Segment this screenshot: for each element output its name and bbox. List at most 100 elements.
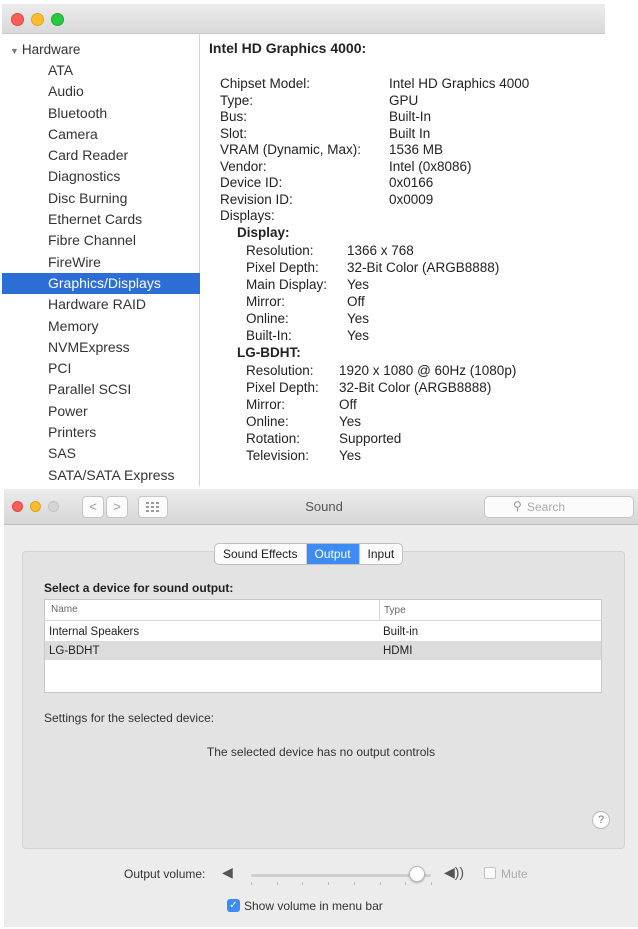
display-heading: Display: bbox=[237, 225, 290, 240]
device-type: HDMI bbox=[383, 645, 413, 657]
property-row: Chipset Model: Intel HD Graphics 4000 bbox=[209, 75, 605, 92]
checkmark-icon: ✓ bbox=[229, 900, 238, 911]
sidebar-group-hardware[interactable]: ▼ Hardware bbox=[10, 42, 80, 57]
display1-property-row: Main Display: Yes bbox=[209, 276, 605, 293]
sidebar-item[interactable]: Ethernet Cards bbox=[2, 209, 200, 230]
output-volume-label: Output volume: bbox=[124, 867, 206, 881]
table-row[interactable]: Internal Speakers Built-in bbox=[45, 622, 601, 641]
display1-property-key: Built-In: bbox=[246, 328, 292, 343]
sidebar-item[interactable]: SATA/SATA Express bbox=[2, 465, 200, 486]
minimize-button[interactable] bbox=[30, 501, 41, 512]
back-button[interactable]: < bbox=[82, 496, 104, 518]
sidebar-item[interactable]: Audio bbox=[2, 81, 200, 102]
display2-property-key: Resolution: bbox=[246, 363, 314, 378]
slider-tick bbox=[431, 882, 432, 885]
sidebar-item[interactable]: Fibre Channel bbox=[2, 230, 200, 251]
sidebar-item[interactable]: PCI bbox=[2, 358, 200, 379]
display1-property-row: Online: Yes bbox=[209, 310, 605, 327]
property-value: 0x0009 bbox=[389, 191, 434, 207]
sidebar-item[interactable]: Card Reader bbox=[2, 145, 200, 166]
property-row: Type: GPU bbox=[209, 92, 605, 109]
volume-slider-knob[interactable] bbox=[408, 866, 425, 882]
display1-property-value: Yes bbox=[347, 311, 370, 326]
property-value: 1536 MB bbox=[389, 142, 444, 157]
property-key: Chipset Model: bbox=[220, 76, 311, 91]
device-type: Built-in bbox=[383, 626, 419, 638]
volume-slider-ticks bbox=[251, 882, 432, 886]
table-row[interactable]: LG-BDHT HDMI bbox=[45, 641, 601, 660]
sidebar-item[interactable]: Graphics/Displays bbox=[2, 272, 200, 295]
sidebar-item[interactable]: NVMExpress bbox=[2, 337, 200, 358]
help-button[interactable]: ? bbox=[592, 811, 610, 829]
device-name: Internal Speakers bbox=[49, 626, 140, 638]
speaker-high-icon: ◀)) bbox=[444, 864, 465, 880]
sidebar-item[interactable]: Hardware RAID bbox=[2, 294, 200, 315]
display1-property-row: Built-In: Yes bbox=[209, 327, 605, 344]
show-volume-checkbox[interactable]: ✓ bbox=[227, 899, 240, 912]
display2-property-value: 32-Bit Color (ARGB8888) bbox=[339, 380, 492, 395]
display1-property-row: Resolution: 1366 x 768 bbox=[209, 242, 605, 259]
display2-property-value: Off bbox=[339, 397, 357, 412]
search-placeholder: Search bbox=[527, 500, 566, 514]
display2-property-value: Supported bbox=[339, 431, 402, 446]
minimize-button[interactable] bbox=[31, 13, 44, 26]
close-button[interactable] bbox=[12, 501, 23, 512]
sidebar-item[interactable]: FireWire bbox=[2, 252, 200, 273]
display2-property-row: Mirror: Off bbox=[209, 396, 605, 413]
sidebar-item[interactable]: Memory bbox=[2, 316, 200, 337]
tab-segmented-control: Sound Effects Output Input bbox=[214, 543, 404, 565]
tab-input[interactable]: Input bbox=[360, 544, 403, 564]
display2-property-value: Yes bbox=[339, 448, 362, 463]
property-row: Device ID: 0x0166 bbox=[209, 174, 605, 191]
slider-tick bbox=[405, 882, 407, 885]
chevron-right-icon: > bbox=[113, 499, 121, 514]
display2-property-row: Pixel Depth: 32-Bit Color (ARGB8888) bbox=[209, 379, 605, 396]
column-header-name[interactable]: Name bbox=[51, 604, 78, 615]
mute-label: Mute bbox=[501, 867, 528, 881]
property-key: Displays: bbox=[220, 208, 275, 223]
property-value: GPU bbox=[389, 92, 419, 108]
disclosure-triangle-icon[interactable]: ▼ bbox=[10, 46, 19, 56]
sidebar-item[interactable]: Printers bbox=[2, 422, 200, 443]
device-name: LG-BDHT bbox=[49, 645, 100, 657]
detail-pane: Intel HD Graphics 4000: Chipset Model: In… bbox=[209, 34, 605, 486]
show-all-button[interactable] bbox=[138, 496, 168, 518]
property-value: Built-In bbox=[389, 109, 432, 124]
zoom-button[interactable] bbox=[48, 501, 59, 512]
sidebar-item[interactable]: Camera bbox=[2, 124, 200, 145]
slider-tick bbox=[276, 882, 278, 885]
forward-button[interactable]: > bbox=[106, 496, 128, 518]
property-value: Intel HD Graphics 4000 bbox=[389, 76, 530, 91]
zoom-button[interactable] bbox=[51, 13, 64, 26]
sidebar-list: ATA Audio Bluetooth Camera Card Reader Diagno… bbox=[2, 60, 200, 486]
slider-tick bbox=[379, 882, 381, 885]
select-device-label: Select a device for sound output: bbox=[44, 581, 234, 595]
sidebar-item[interactable]: Disc Burning bbox=[2, 188, 200, 209]
property-key: VRAM (Dynamic, Max): bbox=[220, 142, 362, 157]
volume-slider-track[interactable] bbox=[251, 874, 431, 877]
search-icon: ⚲ bbox=[513, 499, 522, 513]
hardware-sidebar: ▼ Hardware ATA Audio Bluetooth Camera Card Re… bbox=[2, 34, 200, 486]
tab-sound-effects[interactable]: Sound Effects bbox=[215, 544, 307, 564]
mute-checkbox[interactable] bbox=[484, 867, 496, 879]
close-button[interactable] bbox=[11, 13, 24, 26]
sidebar-item[interactable]: ATA bbox=[2, 60, 200, 81]
display2-property-key: Online: bbox=[246, 414, 289, 429]
property-value: 0x0166 bbox=[389, 175, 434, 190]
column-header-type[interactable]: Type bbox=[379, 600, 406, 621]
sidebar-item[interactable]: Parallel SCSI bbox=[2, 379, 200, 400]
show-volume-label: Show volume in menu bar bbox=[244, 899, 383, 913]
property-row: Displays: bbox=[209, 207, 605, 224]
tab-output[interactable]: Output bbox=[306, 544, 360, 564]
settings-panel bbox=[22, 551, 625, 849]
property-value: Built In bbox=[389, 125, 431, 141]
search-field[interactable]: ⚲ Search bbox=[484, 496, 634, 518]
display2-heading: LG-BDHT: bbox=[237, 345, 301, 360]
display2-property-value: Yes bbox=[339, 414, 362, 429]
sidebar-item[interactable]: SAS bbox=[2, 443, 200, 464]
sidebar-item[interactable]: Bluetooth bbox=[2, 103, 200, 124]
sidebar-item[interactable]: Diagnostics bbox=[2, 166, 200, 187]
sidebar-item[interactable]: Power bbox=[2, 401, 200, 422]
display1-property-value: Yes bbox=[347, 277, 370, 292]
no-output-controls-message: The selected device has no output contro… bbox=[206, 745, 436, 759]
